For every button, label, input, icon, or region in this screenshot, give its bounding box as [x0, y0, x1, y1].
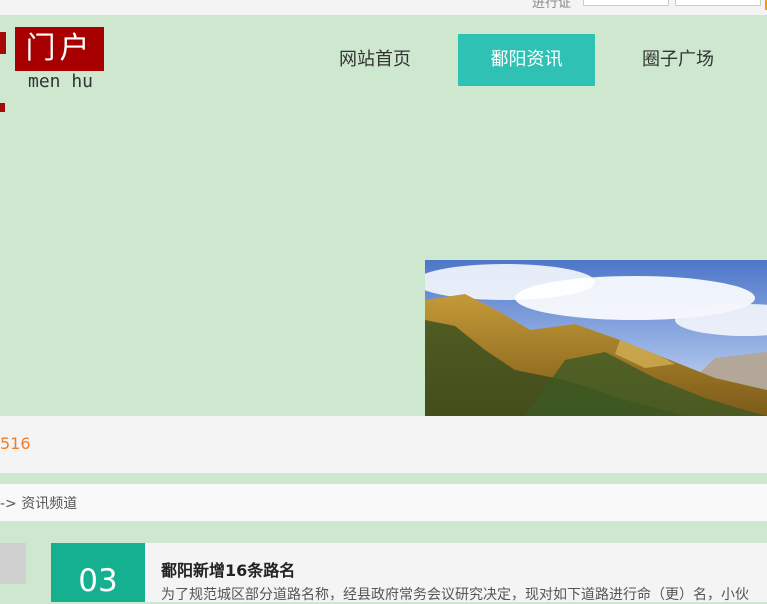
banner-image[interactable]: [425, 260, 767, 416]
password-input[interactable]: [675, 0, 761, 6]
top-login-bar: 进行证: [0, 0, 767, 15]
site-logo[interactable]: 门户 men hu: [0, 27, 104, 112]
date-badge: 03: [51, 543, 145, 602]
logo-subtext: men hu: [28, 71, 94, 92]
mountain-landscape-image: [425, 260, 767, 416]
logo-dot-icon: [0, 103, 5, 112]
article-card[interactable]: 03 鄱阳新增16条路名 为了规范城区部分道路名称，经县政府常务会议研究决定，现…: [51, 543, 767, 603]
nav-home[interactable]: 网站首页: [323, 34, 427, 86]
notice-strip: 516: [0, 416, 767, 473]
article-summary: 为了规范城区部分道路名称，经县政府常务会议研究决定，现对如下道路进行命（更）名，…: [161, 587, 749, 603]
ticker-number: 516: [0, 434, 31, 453]
logo-text: 门户: [15, 27, 104, 71]
date-day: 03: [78, 563, 118, 599]
username-input[interactable]: [583, 0, 669, 6]
side-thumbnail: [0, 543, 26, 584]
nav-circle-square[interactable]: 圈子广场: [620, 34, 736, 86]
breadcrumb-text[interactable]: -> 资讯频道: [0, 493, 77, 513]
login-label: 进行证: [532, 0, 572, 11]
breadcrumb: -> 资讯频道: [0, 484, 767, 521]
nav-news-active[interactable]: 鄱阳资讯: [458, 34, 595, 86]
article-title[interactable]: 鄱阳新增16条路名: [161, 557, 295, 581]
logo-left-mark-icon: [0, 32, 6, 54]
